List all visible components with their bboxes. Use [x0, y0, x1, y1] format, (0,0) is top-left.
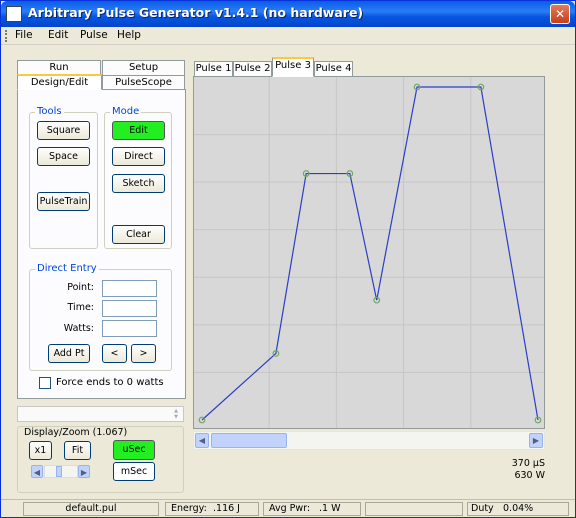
menu-file[interactable]: File	[15, 29, 33, 41]
spin-down-icon[interactable]: ▼	[170, 414, 182, 420]
title-bar: Arbitrary Pulse Generator v1.4.1 (no har…	[1, 1, 575, 27]
add-point-button[interactable]: Add Pt	[48, 344, 90, 363]
prev-point-button[interactable]: <	[102, 344, 127, 363]
zoom-slider-thumb[interactable]	[56, 466, 62, 477]
point-input[interactable]	[102, 280, 157, 297]
direct-entry-group: Direct Entry Point: Time: Watts: Add Pt …	[29, 263, 172, 371]
tools-group: Tools Square Space PulseTrain	[29, 106, 98, 249]
status-file: default.pul	[23, 502, 159, 516]
direct-entry-title: Direct Entry	[35, 263, 99, 275]
square-button[interactable]: Square	[37, 121, 90, 140]
usec-button[interactable]: uSec	[113, 440, 155, 460]
menu-grip-icon	[5, 30, 8, 42]
duty-label: Duty	[467, 502, 499, 516]
file-combo[interactable]: ▲ ▼	[17, 406, 184, 422]
chart-scrollbar[interactable]: ◀ ▶	[193, 431, 545, 450]
scroll-right-icon[interactable]: ▶	[529, 433, 543, 448]
pulsetrain-button[interactable]: PulseTrain	[37, 192, 90, 211]
chart-background	[194, 77, 544, 428]
design-edit-panel: Tools Square Space PulseTrain Mode Edit …	[17, 89, 186, 399]
tools-title: Tools	[35, 106, 64, 118]
status-bar: default.pul Energy: .116 J Avg Pwr: .1 W…	[1, 499, 575, 517]
force-ends-label: Force ends to 0 watts	[56, 377, 164, 388]
time-input[interactable]	[102, 300, 157, 317]
menu-pulse[interactable]: Pulse	[80, 29, 108, 41]
status-empty	[365, 502, 463, 516]
scroll-left-icon[interactable]: ◀	[195, 433, 209, 448]
menu-bar: File Edit Pulse Help	[1, 27, 575, 45]
energy-value: .116 J	[209, 502, 259, 516]
window-title: Arbitrary Pulse Generator v1.4.1 (no har…	[28, 5, 364, 20]
app-icon	[6, 6, 22, 22]
avg-power-value: .1 W	[311, 502, 361, 516]
watts-label: Watts:	[63, 323, 94, 334]
tab-design-edit[interactable]: Design/Edit	[17, 74, 102, 90]
avg-power-label: Avg Pwr:	[263, 502, 311, 516]
tab-pulse-1[interactable]: Pulse 1	[194, 61, 233, 77]
scroll-thumb[interactable]	[211, 433, 287, 448]
zoom-left-icon[interactable]: ◀	[31, 465, 43, 478]
menu-edit[interactable]: Edit	[48, 29, 68, 41]
zoom-slider-track[interactable]	[44, 465, 78, 478]
sketch-mode-button[interactable]: Sketch	[112, 174, 165, 193]
force-ends-checkbox[interactable]	[39, 377, 51, 389]
pulse-chart-panel	[193, 76, 545, 429]
close-button[interactable]: ✕	[550, 4, 570, 24]
clear-button[interactable]: Clear	[112, 225, 165, 244]
point-label: Point:	[67, 282, 94, 293]
zoom-x1-button[interactable]: x1	[29, 441, 52, 460]
pulse-chart[interactable]	[194, 77, 544, 428]
menu-help[interactable]: Help	[117, 29, 141, 41]
mode-title: Mode	[110, 106, 142, 118]
tab-pulse-2[interactable]: Pulse 2	[233, 61, 272, 77]
tab-pulse-3[interactable]: Pulse 3	[272, 57, 314, 77]
direct-mode-button[interactable]: Direct	[112, 147, 165, 166]
time-readout: 370 µS	[511, 458, 545, 469]
tab-pulse-4[interactable]: Pulse 4	[314, 61, 353, 77]
next-point-button[interactable]: >	[131, 344, 156, 363]
msec-button[interactable]: mSec	[113, 462, 155, 481]
edit-mode-button[interactable]: Edit	[112, 121, 165, 140]
mode-group: Mode Edit Direct Sketch Clear	[104, 106, 172, 249]
energy-label: Energy:	[165, 502, 209, 516]
zoom-right-icon[interactable]: ▶	[78, 465, 90, 478]
space-button[interactable]: Space	[37, 147, 90, 166]
zoom-title: Display/Zoom (1.067)	[24, 427, 128, 438]
time-label: Time:	[67, 302, 94, 313]
duty-value: 0.04%	[499, 502, 569, 516]
zoom-fit-button[interactable]: Fit	[64, 441, 91, 460]
power-readout: 630 W	[514, 470, 545, 481]
tab-setup[interactable]: Setup	[102, 60, 185, 76]
zoom-group: Display/Zoom (1.067) x1 Fit uSec mSec ◀ …	[17, 426, 184, 493]
app-window: Arbitrary Pulse Generator v1.4.1 (no har…	[0, 0, 576, 518]
watts-input[interactable]	[102, 320, 157, 337]
